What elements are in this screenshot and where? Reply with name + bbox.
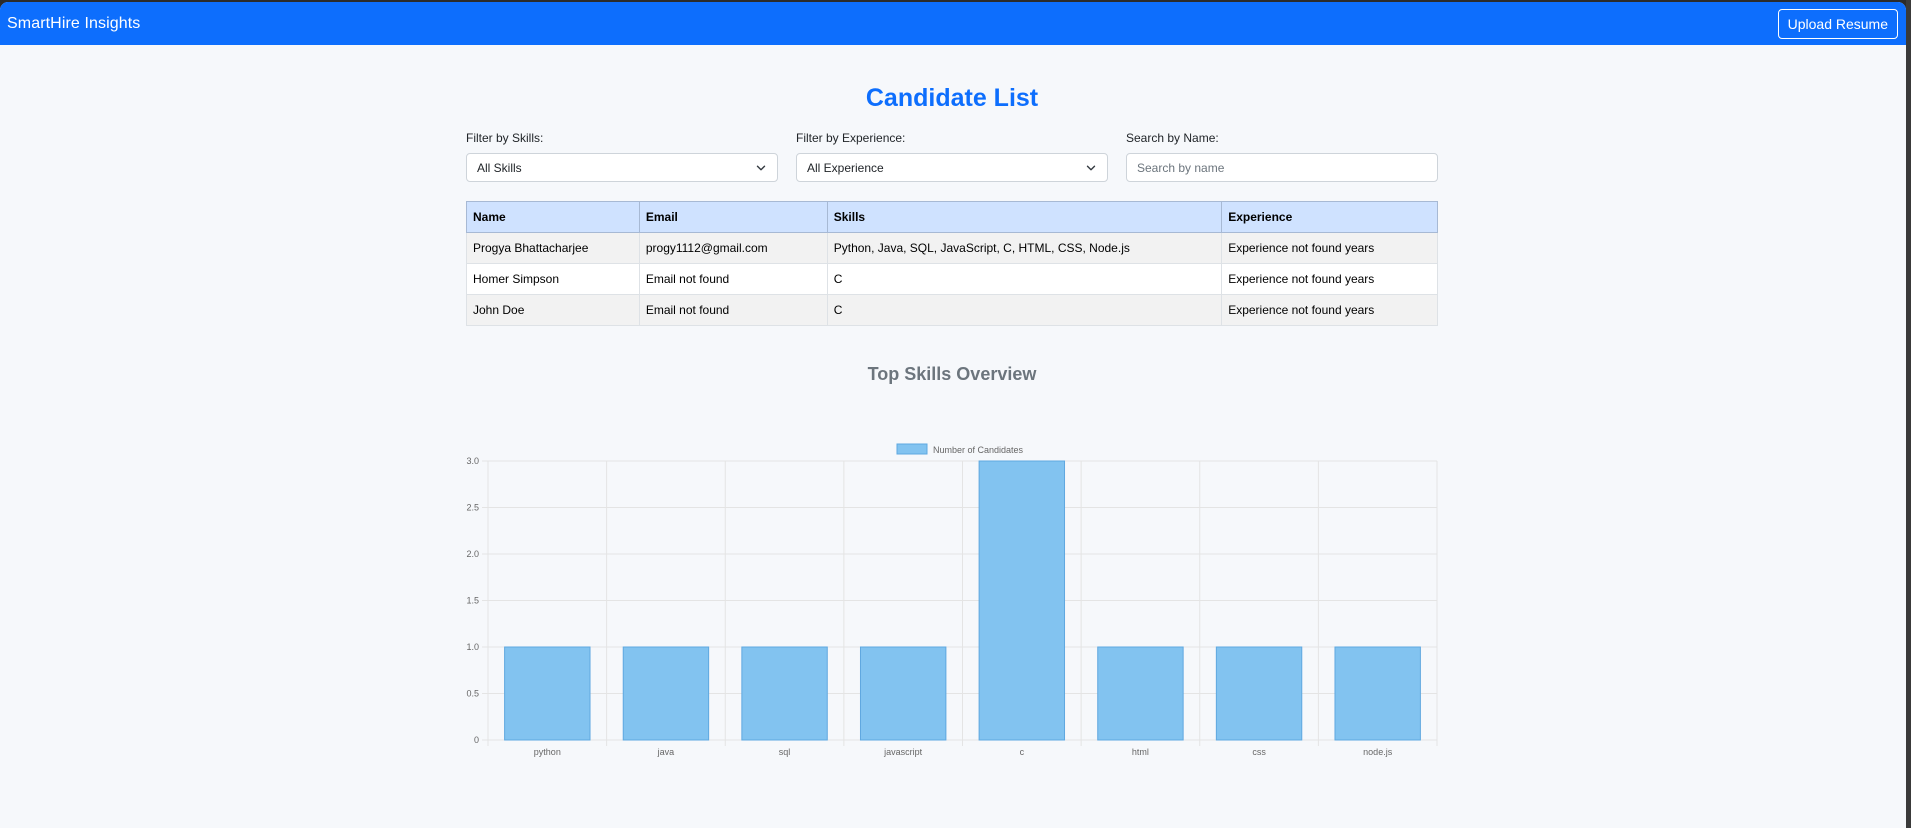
y-tick-label: 0.5 (466, 689, 479, 699)
x-tick-label: javascript (883, 747, 923, 757)
table-header-row: Name Email Skills Experience (466, 201, 1438, 233)
filter-bar: Filter by Skills: All Skills Filter by E… (466, 131, 1438, 182)
cell-email: progy1112@gmail.com (638, 232, 828, 264)
experience-select[interactable]: All Experience (796, 153, 1108, 182)
window-edge (1906, 0, 1911, 828)
bar-node-js (1334, 646, 1421, 741)
x-tick-label: node.js (1363, 747, 1393, 757)
cell-skills: C (826, 263, 1223, 295)
browser-window: SmartHire Insights Upload Resume Candida… (0, 2, 1906, 828)
column-header-experience[interactable]: Experience (1221, 201, 1438, 233)
bar-python (504, 646, 591, 741)
cell-experience: Experience not found years (1221, 294, 1438, 326)
bar-c (978, 460, 1066, 741)
cell-email: Email not found (638, 294, 828, 326)
bar-javascript (859, 646, 947, 741)
bar-sql (741, 646, 828, 741)
table-row[interactable]: John Doe Email not found C Experience no… (466, 294, 1438, 326)
legend-swatch (896, 443, 928, 455)
x-tick-label: java (657, 747, 675, 757)
cell-email: Email not found (638, 263, 828, 295)
experience-filter: Filter by Experience: All Experience (796, 131, 1108, 182)
upload-resume-button[interactable]: Upload Resume (1777, 8, 1898, 39)
skills-filter-label: Filter by Skills: (466, 131, 544, 145)
y-tick-label: 2.0 (466, 549, 479, 559)
x-tick-label: html (1132, 747, 1149, 757)
top-navbar: SmartHire Insights Upload Resume (0, 2, 1906, 45)
skills-bar-chart: 0 0.5 1.0 1.5 2.0 2.5 3.0 Number of Candidates p… (466, 443, 1438, 757)
brand-title[interactable]: SmartHire Insights (7, 15, 140, 33)
y-tick-label: 1.0 (466, 642, 479, 652)
experience-select-value: All Experience (807, 160, 884, 175)
x-tick-label: c (1020, 747, 1025, 757)
skills-filter: Filter by Skills: All Skills (466, 131, 778, 182)
cell-name: John Doe (466, 294, 640, 326)
bar-css (1215, 646, 1303, 741)
y-tick-label: 2.5 (466, 503, 479, 513)
cell-skills: Python, Java, SQL, JavaScript, C, HTML, … (826, 232, 1223, 264)
cell-name: Homer Simpson (466, 263, 640, 295)
bar-html (1097, 646, 1184, 741)
chart-title: Top Skills Overview (867, 364, 1037, 384)
chevron-down-icon (756, 165, 766, 170)
page-title: Candidate List (865, 84, 1039, 112)
bar-java (622, 646, 710, 741)
table-row[interactable]: Homer Simpson Email not found C Experien… (466, 263, 1438, 295)
cell-name: Progya Bhattacharjee (466, 232, 640, 264)
column-header-skills[interactable]: Skills (826, 201, 1223, 233)
skills-select[interactable]: All Skills (466, 153, 778, 182)
y-tick-label: 1.5 (466, 596, 479, 606)
column-header-email[interactable]: Email (638, 201, 828, 233)
candidate-table: Name Email Skills Experience Progya Bhat… (466, 201, 1438, 326)
column-header-name[interactable]: Name (466, 201, 640, 233)
experience-filter-label: Filter by Experience: (796, 131, 906, 145)
legend-label: Number of Candidates (933, 445, 1024, 455)
table-row[interactable]: Progya Bhattacharjee progy1112@gmail.com… (466, 232, 1438, 264)
x-tick-label: sql (779, 747, 791, 757)
name-search-label: Search by Name: (1126, 131, 1219, 145)
cell-experience: Experience not found years (1221, 263, 1438, 295)
chevron-down-icon (1086, 165, 1096, 170)
y-tick-label: 3.0 (466, 456, 479, 466)
y-tick-label: 0 (474, 735, 479, 745)
name-search: Search by Name: (1126, 131, 1438, 182)
cell-skills: C (826, 294, 1223, 326)
cell-experience: Experience not found years (1221, 232, 1438, 264)
x-tick-label: python (534, 747, 561, 757)
name-search-input[interactable] (1126, 153, 1438, 182)
x-tick-label: css (1252, 747, 1266, 757)
skills-select-value: All Skills (477, 160, 522, 175)
